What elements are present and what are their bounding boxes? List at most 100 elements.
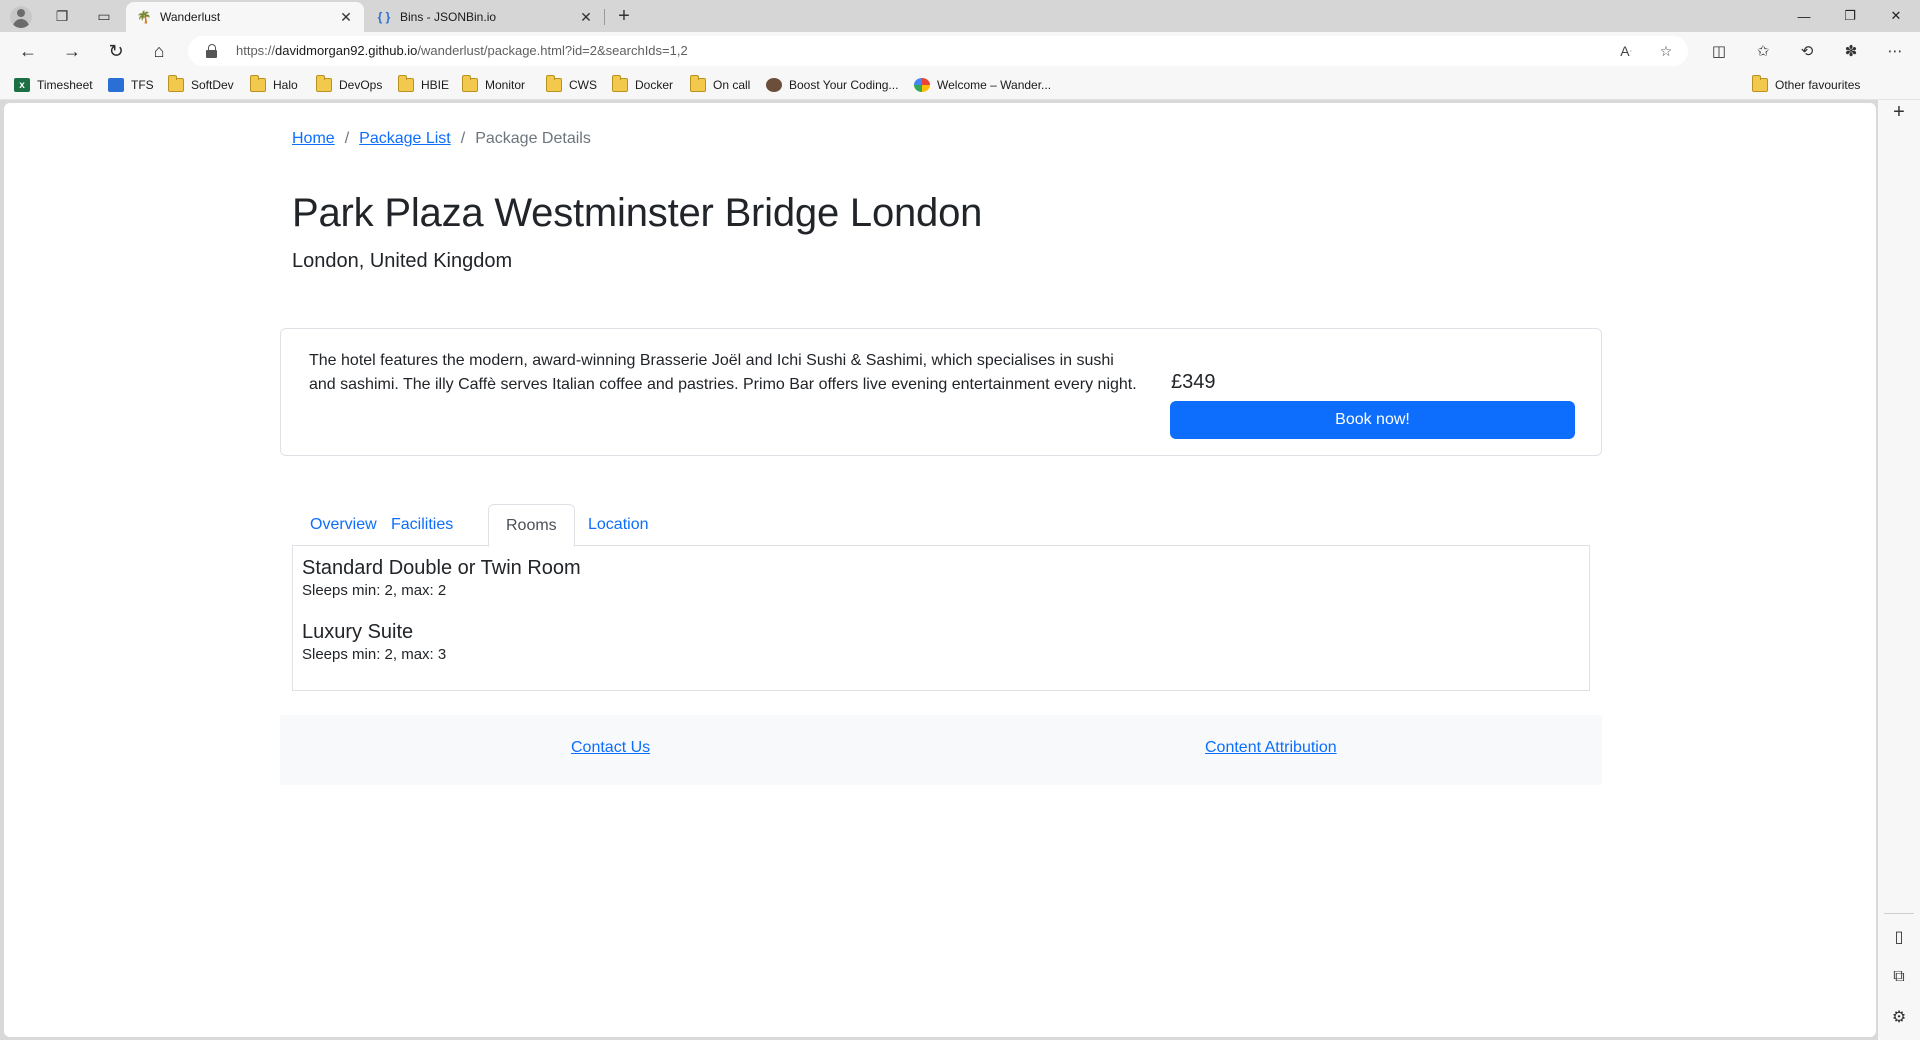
hide-sidebar-icon[interactable]: ▯ (1887, 925, 1911, 949)
history-icon[interactable]: ⟲ (1796, 40, 1818, 62)
favourite-item[interactable]: On call (690, 75, 751, 94)
favourite-item[interactable]: SoftDev (168, 75, 234, 94)
address-bar[interactable]: https://davidmorgan92.github.io/wanderlu… (188, 36, 1688, 66)
page-footer: Contact Us Content Attribution (280, 715, 1602, 785)
folder-icon (546, 75, 562, 92)
favourite-label: Welcome – Wander... (937, 78, 1052, 92)
braces-icon: { } (377, 10, 391, 24)
room-name: Luxury Suite (302, 621, 414, 643)
favourite-star-icon[interactable]: ☆ (1656, 42, 1676, 60)
home-icon[interactable]: ⌂ (147, 39, 171, 63)
google-cloud-icon (914, 78, 930, 92)
open-external-icon[interactable]: ⧉ (1887, 965, 1911, 989)
split-screen-icon[interactable]: ◫ (1708, 40, 1730, 62)
folder-icon (690, 75, 706, 92)
folder-icon (612, 75, 628, 92)
profile-avatar-icon[interactable] (10, 6, 32, 28)
favourite-label: On call (713, 78, 751, 92)
more-options-icon[interactable]: ⋯ (1884, 40, 1906, 62)
room-sleeps: Sleeps min: 2, max: 3 (302, 646, 447, 663)
favourite-item[interactable]: Boost Your Coding... (766, 76, 898, 94)
close-tab-icon[interactable]: ✕ (338, 9, 354, 25)
other-favourites[interactable]: Other favourites (1752, 75, 1861, 94)
sidebar-settings-icon[interactable]: ⚙ (1887, 1005, 1911, 1029)
favourite-label: Monitor (485, 78, 526, 92)
close-window-icon[interactable]: ✕ (1874, 0, 1918, 32)
other-favourites-label: Other favourites (1775, 78, 1861, 92)
book-now-button[interactable]: Book now! (1170, 401, 1575, 439)
folder-icon (462, 75, 478, 92)
minimize-icon[interactable]: — (1782, 0, 1826, 32)
favourite-item[interactable]: Monitor (462, 75, 526, 94)
favourite-label: Timesheet (37, 78, 93, 92)
folder-icon (168, 75, 184, 92)
browser-toolbar: ← → ↻ ⌂ https://davidmorgan92.github.io/… (0, 32, 1920, 70)
restore-icon[interactable]: ❐ (1828, 0, 1872, 32)
forward-icon[interactable]: → (60, 39, 84, 63)
folder-icon (316, 75, 332, 92)
favourite-label: Boost Your Coding... (789, 78, 899, 92)
package-summary-card: The hotel features the modern, award-win… (280, 328, 1602, 456)
favourite-item[interactable]: HBIE (398, 75, 450, 94)
browser-tab-wanderlust[interactable]: 🌴 Wanderlust ✕ (126, 2, 364, 32)
tab-location[interactable]: Location (570, 504, 667, 546)
browser-tab-jsonbin[interactable]: { } Bins - JSONBin.io ✕ (366, 2, 604, 32)
breadcrumb-home-link[interactable]: Home (292, 130, 335, 148)
tab-rooms[interactable]: Rooms (488, 504, 575, 547)
address-url[interactable]: https://davidmorgan92.github.io/wanderlu… (236, 43, 688, 58)
content-attribution-link[interactable]: Content Attribution (1205, 739, 1337, 757)
favourite-item[interactable]: DevOps (316, 75, 383, 94)
url-path: /wanderlust/package.html?id=2&searchIds=… (417, 43, 688, 58)
refresh-icon[interactable]: ↻ (104, 39, 128, 63)
favourite-item[interactable]: TFS (108, 76, 154, 94)
breadcrumb-separator: / (460, 130, 466, 147)
hotel-description: The hotel features the modern, award-win… (309, 352, 1137, 393)
hotel-location: London, United Kingdom (292, 250, 513, 272)
breadcrumb-separator: / (344, 130, 350, 147)
tab-separator (604, 9, 605, 25)
close-tab-icon[interactable]: ✕ (578, 9, 594, 25)
back-icon[interactable]: ← (16, 39, 40, 63)
room-item: Standard Double or Twin Room Sleeps min:… (302, 556, 581, 602)
favourite-item[interactable]: Docker (612, 75, 674, 94)
breadcrumb: Home / Package List / Package Details (292, 130, 591, 148)
browser-tab-title: Wanderlust (160, 10, 221, 24)
tab-facilities[interactable]: Facilities (373, 504, 471, 546)
tfs-icon (108, 78, 124, 92)
room-name: Standard Double or Twin Room (302, 557, 581, 579)
favourite-label: Halo (273, 78, 298, 92)
favourite-label: DevOps (339, 78, 383, 92)
boost-icon (766, 78, 782, 92)
tab-actions-icon[interactable]: ▭ (94, 6, 114, 26)
breadcrumb-package-list-link[interactable]: Package List (359, 130, 451, 148)
hotel-title: Park Plaza Westminster Bridge London (292, 191, 983, 235)
page-viewport: Home / Package List / Package Details Pa… (4, 103, 1876, 1037)
room-item: Luxury Suite Sleeps min: 2, max: 3 (302, 620, 446, 666)
edge-sidebar: + ▯ ⧉ ⚙ (1878, 100, 1920, 1040)
breadcrumb-current: Package Details (475, 130, 591, 147)
rooms-panel: Standard Double or Twin Room Sleeps min:… (292, 546, 1590, 691)
folder-icon (398, 75, 414, 92)
favourite-item[interactable]: CWS (546, 75, 597, 94)
room-sleeps: Sleeps min: 2, max: 2 (302, 582, 447, 599)
favourite-label: HBIE (421, 78, 450, 92)
url-host: davidmorgan92.github.io (275, 43, 418, 58)
workspaces-icon[interactable]: ❐ (52, 6, 72, 26)
favourite-item[interactable]: Welcome – Wander... (914, 76, 1051, 94)
favourite-label: TFS (131, 78, 154, 92)
browser-tab-title: Bins - JSONBin.io (400, 10, 497, 24)
excel-icon: x (14, 78, 30, 92)
tab-strip: ❐ ▭ 🌴 Wanderlust ✕ { } Bins - JSONBin.io… (0, 0, 1920, 32)
favourite-item[interactable]: x Timesheet (14, 76, 93, 94)
favourite-label: CWS (569, 78, 597, 92)
favourite-label: Docker (635, 78, 674, 92)
read-aloud-icon[interactable]: Aᐧ (1616, 42, 1636, 60)
new-tab-icon[interactable]: + (612, 4, 636, 28)
extensions-icon[interactable]: ✽ (1840, 40, 1862, 62)
lock-icon[interactable] (206, 44, 218, 58)
favourites-icon[interactable]: ✩ (1752, 40, 1774, 62)
contact-us-link[interactable]: Contact Us (571, 739, 650, 757)
favourite-label: SoftDev (191, 78, 234, 92)
favourite-item[interactable]: Halo (250, 75, 298, 94)
add-sidebar-app-icon[interactable]: + (1887, 100, 1911, 124)
